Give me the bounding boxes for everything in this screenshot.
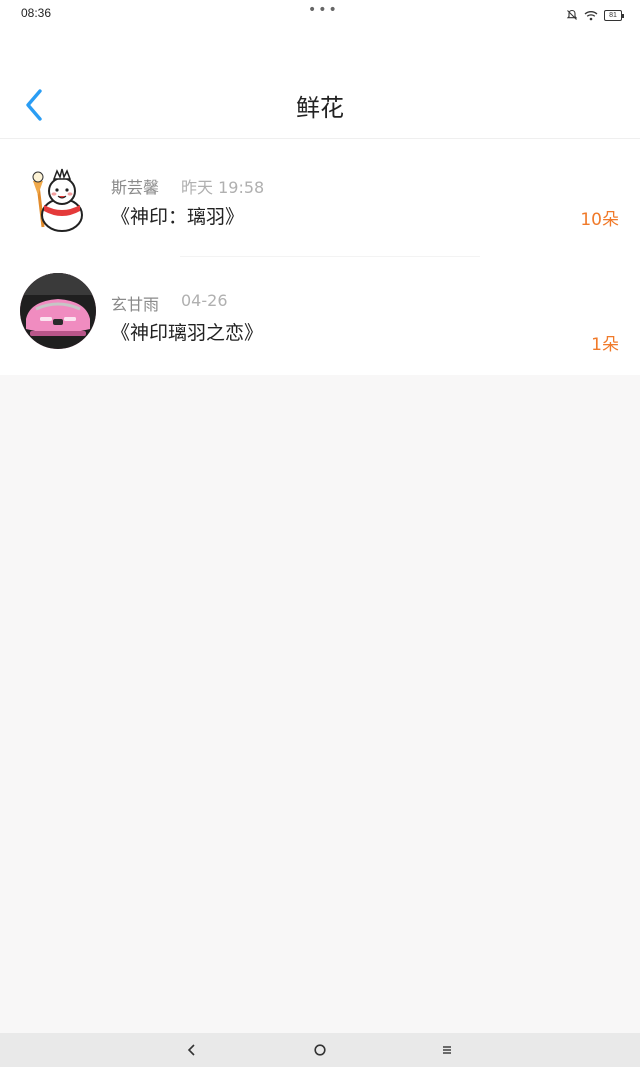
battery-icon: 81 (604, 10, 624, 21)
status-bar: 08:36 ••• 81 (0, 0, 640, 28)
flower-count: 10朵 (580, 210, 619, 230)
header: 鲜花 (0, 28, 640, 139)
status-time: 08:36 (21, 6, 52, 20)
list-item[interactable]: 斯芸馨 昨天 19:58 《神印：璃羽》 10朵 (0, 139, 640, 257)
send-time: 昨天 19:58 (181, 178, 265, 197)
flower-count: 1朵 (591, 335, 619, 355)
send-time: 04-26 (181, 291, 228, 310)
wifi-icon (584, 6, 598, 25)
system-nav-bar (0, 1033, 640, 1067)
sender-name: 斯芸馨 (111, 178, 160, 197)
pink-car-avatar-icon (20, 273, 96, 349)
book-title[interactable]: 《神印璃羽之恋》 (111, 318, 263, 345)
status-icons: 81 (566, 6, 624, 25)
list-item[interactable]: 玄甘雨 04-26 《神印璃羽之恋》 1朵 (0, 257, 640, 375)
flower-list: 斯芸馨 昨天 19:58 《神印：璃羽》 10朵 玄甘雨 04-26 《神印璃羽… (0, 139, 640, 375)
book-title[interactable]: 《神印：璃羽》 (111, 202, 244, 229)
snowman-avatar-icon (20, 161, 96, 237)
more-dots-icon: ••• (308, 2, 339, 18)
avatar[interactable] (20, 161, 96, 237)
avatar[interactable] (20, 273, 96, 349)
mute-bell-icon (566, 6, 578, 25)
back-nav-icon[interactable] (180, 1039, 204, 1061)
sender-name: 玄甘雨 (111, 295, 160, 314)
home-nav-icon[interactable] (308, 1039, 332, 1061)
menu-nav-icon[interactable] (435, 1039, 459, 1061)
page-title: 鲜花 (296, 94, 344, 122)
